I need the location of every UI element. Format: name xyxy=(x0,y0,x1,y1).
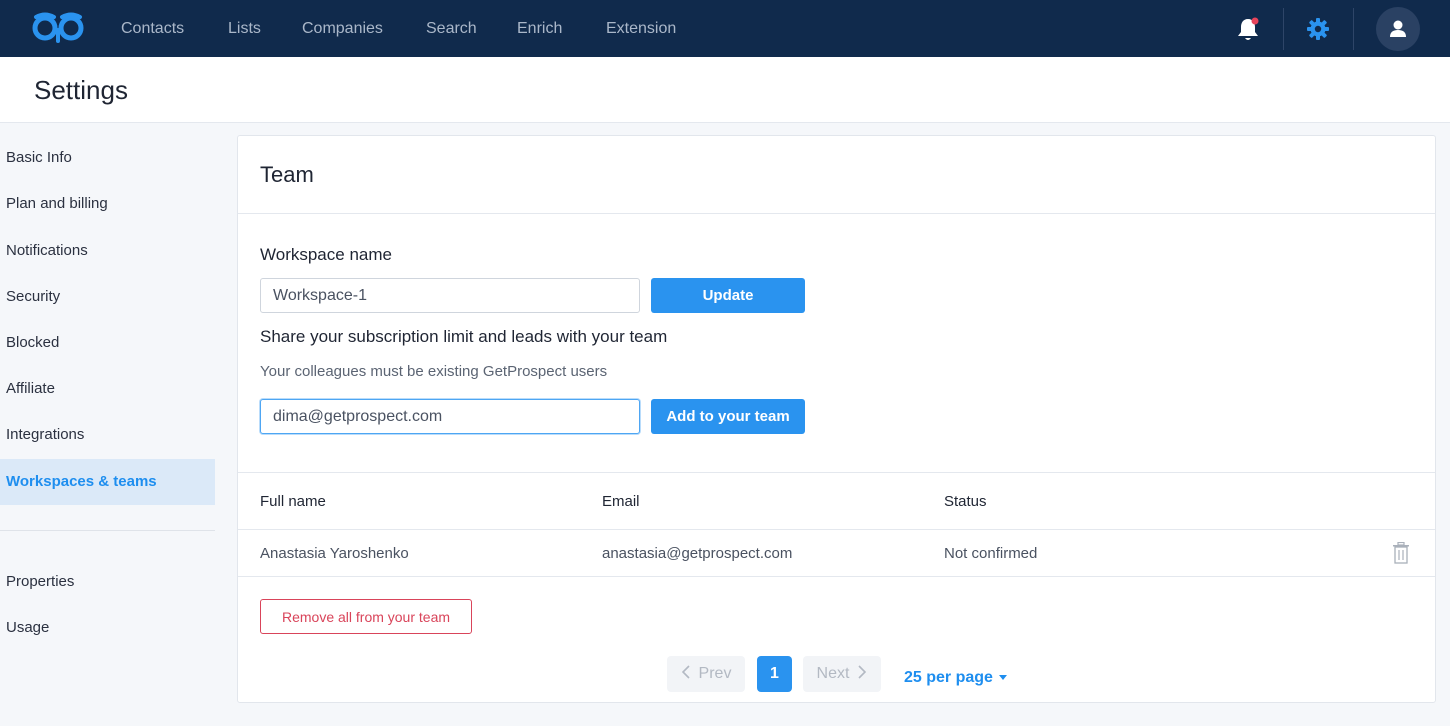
chevron-right-icon xyxy=(857,664,867,684)
nav-divider xyxy=(1353,8,1354,50)
bell-icon[interactable] xyxy=(1232,0,1264,57)
sidebar-divider xyxy=(0,530,215,531)
column-header-status: Status xyxy=(944,493,987,510)
column-header-full-name: Full name xyxy=(260,493,326,510)
avatar[interactable] xyxy=(1376,7,1420,51)
sidebar-item-basic-info[interactable]: Basic Info xyxy=(0,135,215,181)
sidebar-item-properties[interactable]: Properties xyxy=(0,559,215,605)
user-icon xyxy=(1390,20,1406,37)
share-title: Share your subscription limit and leads … xyxy=(260,327,668,346)
logo-icon[interactable] xyxy=(32,11,84,45)
nav-extension[interactable]: Extension xyxy=(606,0,676,57)
per-page-select[interactable]: 25 per page xyxy=(904,669,1007,687)
column-header-email: Email xyxy=(602,493,640,510)
share-hint: Your colleagues must be existing GetPros… xyxy=(260,363,608,380)
table-header-divider xyxy=(238,529,1435,530)
sidebar-item-plan-billing[interactable]: Plan and billing xyxy=(0,181,215,227)
nav-enrich[interactable]: Enrich xyxy=(517,0,562,57)
sidebar-item-security[interactable]: Security xyxy=(0,274,215,320)
next-label: Next xyxy=(816,665,850,682)
nav-companies[interactable]: Companies xyxy=(302,0,383,57)
card-title: Team xyxy=(260,162,314,187)
top-nav: Contacts Lists Companies Search Enrich E… xyxy=(0,0,1450,57)
page-title: Settings xyxy=(34,75,128,105)
sidebar-item-integrations[interactable]: Integrations xyxy=(0,412,215,458)
nav-lists[interactable]: Lists xyxy=(228,0,261,57)
nav-contacts[interactable]: Contacts xyxy=(121,0,184,57)
workspace-name-input[interactable] xyxy=(260,278,640,313)
add-to-team-button[interactable]: Add to your team xyxy=(651,399,805,434)
trash-icon[interactable] xyxy=(1392,541,1410,569)
member-email: anastasia@getprospect.com xyxy=(602,545,793,562)
sidebar-item-workspaces-teams[interactable]: Workspaces & teams xyxy=(0,459,215,505)
next-page-button[interactable]: Next xyxy=(803,656,881,692)
table-bottom-divider xyxy=(238,576,1435,577)
sidebar-item-blocked[interactable]: Blocked xyxy=(0,320,215,366)
remove-all-button[interactable]: Remove all from your team xyxy=(260,599,472,634)
workspace-name-label: Workspace name xyxy=(260,245,392,264)
sidebar-item-affiliate[interactable]: Affiliate xyxy=(0,366,215,412)
gear-icon[interactable] xyxy=(1303,0,1333,57)
caret-down-icon xyxy=(998,675,1007,681)
sidebar-item-notifications[interactable]: Notifications xyxy=(0,228,215,274)
prev-label: Prev xyxy=(698,665,732,682)
per-page-label: 25 per page xyxy=(904,669,993,686)
page-header: Settings xyxy=(0,57,1450,123)
nav-search[interactable]: Search xyxy=(426,0,477,57)
chevron-left-icon xyxy=(681,664,691,684)
invite-email-input[interactable] xyxy=(260,399,640,434)
table-top-divider xyxy=(238,472,1435,473)
card-divider xyxy=(238,213,1435,214)
prev-page-button[interactable]: Prev xyxy=(667,656,745,692)
sidebar-item-usage[interactable]: Usage xyxy=(0,605,215,651)
page-number-current[interactable]: 1 xyxy=(757,656,792,692)
member-status: Not confirmed xyxy=(944,545,1038,562)
member-name: Anastasia Yaroshenko xyxy=(260,545,409,562)
team-card: Team Workspace name Update Share your su… xyxy=(237,135,1436,703)
update-button[interactable]: Update xyxy=(651,278,805,313)
nav-divider xyxy=(1283,8,1284,50)
